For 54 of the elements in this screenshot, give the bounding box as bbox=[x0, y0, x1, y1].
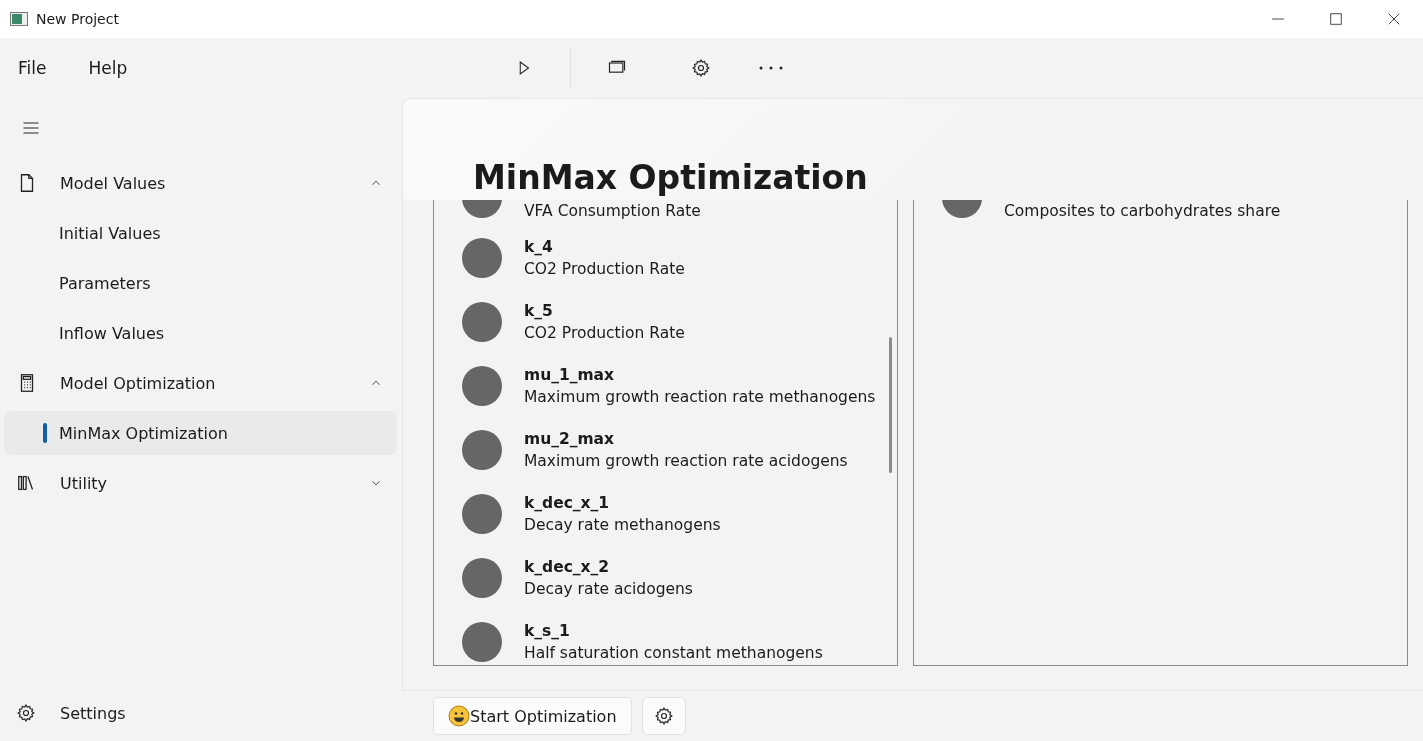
close-icon bbox=[1387, 12, 1401, 26]
avatar-circle bbox=[462, 494, 502, 534]
parameter-item[interactable]: k_dec_x_2 Decay rate acidogens bbox=[434, 546, 897, 610]
item-description: Decay rate acidogens bbox=[524, 579, 693, 600]
item-name: k_dec_x_1 bbox=[524, 493, 611, 514]
item-description: CO2 Production Rate bbox=[524, 259, 685, 280]
window-title: New Project bbox=[36, 11, 120, 27]
menu-item[interactable]: File bbox=[8, 52, 57, 84]
page-title: MinMax Optimization bbox=[473, 158, 868, 198]
avatar-circle bbox=[462, 238, 502, 278]
parameter-item[interactable]: k_s_1 Half saturation constant methanogens bbox=[434, 610, 897, 665]
item-description: CO2 Production Rate bbox=[524, 323, 685, 344]
selection-indicator bbox=[43, 423, 47, 443]
item-description: Half saturation constant methanogens bbox=[524, 643, 823, 664]
start-optimization-button[interactable]: Start Optimization bbox=[433, 697, 632, 735]
options-button[interactable] bbox=[641, 697, 686, 735]
item-name: k_s_1 bbox=[524, 621, 571, 642]
item-description: Maximum growth reaction rate methanogens bbox=[524, 387, 876, 408]
settings-item[interactable]: Settings bbox=[4, 691, 397, 735]
item-name: k_4 bbox=[524, 237, 554, 258]
avatar-circle bbox=[462, 558, 502, 598]
item-name: k_dec_x_2 bbox=[524, 557, 611, 578]
avatar-circle bbox=[462, 430, 502, 470]
parameter-item[interactable]: k_dec_x_1 Decay rate methanogens bbox=[434, 482, 897, 546]
menu-item[interactable]: Help bbox=[78, 52, 138, 84]
nav-item[interactable]: Inflow Values bbox=[4, 311, 397, 355]
avatar-circle bbox=[462, 302, 502, 342]
parameter-item[interactable]: mu_1_max Maximum growth reaction rate methanogens bbox=[434, 354, 897, 418]
nav-item[interactable]: Model Optimization bbox=[4, 361, 397, 405]
item-name: k_5 bbox=[524, 301, 554, 322]
more-icon bbox=[759, 66, 783, 70]
parameter-item[interactable]: k_4 CO2 Production Rate bbox=[434, 226, 897, 290]
nav-item[interactable]: Utility bbox=[4, 461, 397, 505]
item-description: Maximum growth reaction rate acidogens bbox=[524, 451, 848, 472]
avatar-circle bbox=[462, 366, 502, 406]
item-description: Decay rate methanogens bbox=[524, 515, 721, 536]
nav-item[interactable]: Parameters bbox=[4, 261, 397, 305]
item-name: mu_2_max bbox=[524, 429, 616, 450]
maximize-icon bbox=[1329, 12, 1343, 26]
app-icon bbox=[10, 12, 28, 26]
item-description: VFA Consumption Rate bbox=[524, 201, 701, 222]
settings-icon bbox=[691, 58, 711, 78]
parameter-item[interactable]: k_5 CO2 Production Rate bbox=[434, 290, 897, 354]
settings-icon bbox=[653, 706, 674, 726]
parameter-item[interactable]: mu_2_max Maximum growth reaction rate acidogens bbox=[434, 418, 897, 482]
item-name: mu_1_max bbox=[524, 365, 616, 386]
nav-item[interactable]: Initial Values bbox=[4, 211, 397, 255]
scrollbar-thumb[interactable] bbox=[889, 337, 892, 473]
smiley-icon bbox=[448, 705, 470, 727]
item-description: Composites to carbohydrates share bbox=[1004, 201, 1281, 222]
nav-item[interactable]: MinMax Optimization bbox=[4, 411, 397, 455]
settings-icon bbox=[16, 703, 36, 723]
avatar-circle bbox=[462, 622, 502, 662]
nav-item[interactable]: Model Values bbox=[4, 161, 397, 205]
